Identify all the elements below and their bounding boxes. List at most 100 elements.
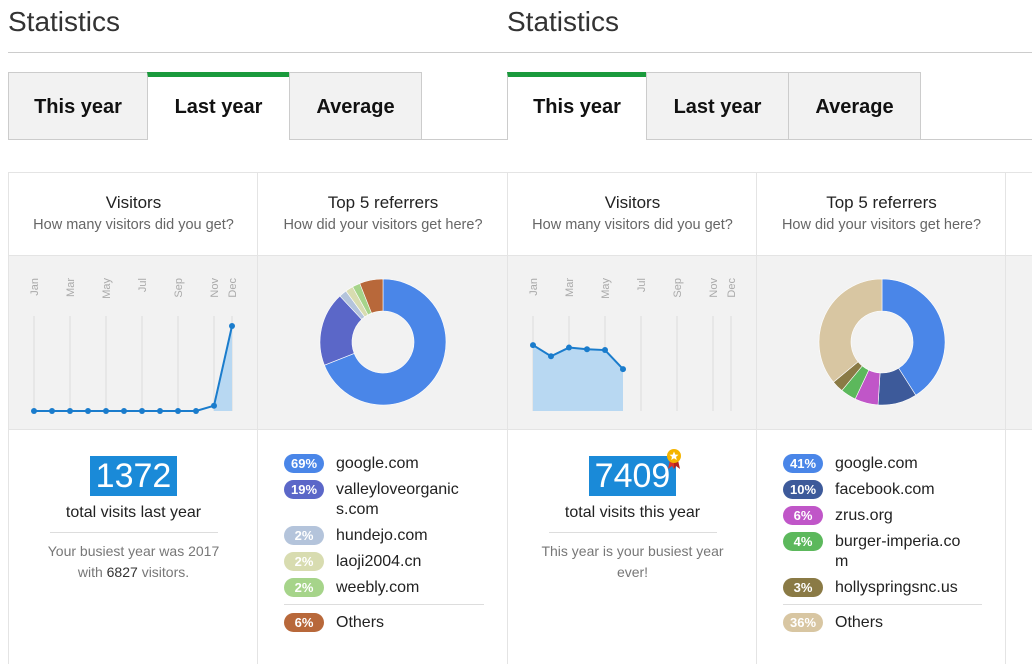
tab-this-year[interactable]: This year xyxy=(507,72,647,140)
month-tick-label: Jan xyxy=(528,278,540,296)
visitors-subheading: How many visitors did you get? xyxy=(532,217,733,233)
referrer-row: 69% google.com xyxy=(284,454,484,474)
visitors-card: Visitors How many visitors did you get? … xyxy=(507,172,757,664)
month-tick-label: May xyxy=(101,278,113,299)
month-tick-label: Sep xyxy=(173,278,185,298)
pie-slice xyxy=(818,278,883,383)
tab-this-year[interactable]: This year xyxy=(8,72,148,140)
referrer-name: google.com xyxy=(336,455,419,472)
referrer-name: Others xyxy=(336,614,385,631)
month-tick-label: Sep xyxy=(672,278,684,298)
tab-average[interactable]: Average xyxy=(289,72,422,140)
month-tick-label: Mar xyxy=(65,278,77,297)
data-point xyxy=(193,408,199,414)
referrer-name: weebly.com xyxy=(336,579,420,596)
busiest-visitors-text: visitors. xyxy=(141,564,190,580)
busiest-year-text: Your busiest year was 2017 xyxy=(47,543,220,559)
tab-last-year[interactable]: Last year xyxy=(646,72,789,140)
referrer-name: google.com xyxy=(835,455,918,472)
data-point xyxy=(548,353,554,360)
stats-panel-right: Statistics This year Last year Average V… xyxy=(507,0,1032,664)
next-card-edge xyxy=(1005,172,1032,664)
data-point xyxy=(121,408,127,414)
month-tick-label: Nov xyxy=(708,278,720,298)
referrer-row: 2% weebly.com xyxy=(284,578,484,598)
page-title: Statistics xyxy=(507,6,620,37)
referrer-row-others: 36% Others xyxy=(783,613,982,633)
referrers-heading: Top 5 referrers xyxy=(826,193,937,212)
visitors-chart-area: Jan Mar May Jul Sep Nov Dec xyxy=(9,256,258,430)
referrers-chart-area xyxy=(757,256,1006,430)
stats-panel-left: Statistics This year Last year Average V… xyxy=(8,0,508,664)
percent-badge: 3% xyxy=(783,578,823,597)
referrer-name: zrus.org xyxy=(835,507,893,524)
referrer-row: 2% laoji2004.cn xyxy=(284,552,484,572)
referrer-row-others: 6% Others xyxy=(284,613,484,633)
busiest-with-text: with xyxy=(77,564,103,580)
referrers-card: Top 5 referrers How did your visitors ge… xyxy=(756,172,1006,664)
percent-badge: 19% xyxy=(284,480,324,499)
referrer-row: 4% burger-imperia.com xyxy=(783,532,982,572)
list-divider xyxy=(783,604,982,605)
referrer-name: Others xyxy=(835,614,884,631)
data-point xyxy=(157,408,163,414)
data-point xyxy=(530,342,536,349)
data-point xyxy=(211,402,217,409)
visitors-heading: Visitors xyxy=(604,193,661,212)
total-visits-number: 1372 xyxy=(89,456,178,496)
total-visits-label: total visits last year xyxy=(65,504,202,521)
month-tick-label: Dec xyxy=(726,278,738,298)
visitors-summary: 1372 total visits last year Your busiest… xyxy=(9,430,258,664)
data-point xyxy=(566,344,572,351)
visitors-card-header: Visitors How many visitors did you get? xyxy=(508,172,757,256)
visitors-area-chart: Jan Mar May Jul Sep Nov Dec xyxy=(528,278,738,411)
visitors-card: Visitors How many visitors did you get? … xyxy=(8,172,258,664)
tabs-baseline xyxy=(289,139,508,140)
data-point xyxy=(103,408,109,414)
data-point xyxy=(229,323,235,329)
referrers-heading: Top 5 referrers xyxy=(327,193,439,212)
month-tick-label: Jul xyxy=(137,278,149,292)
referrers-subheading: How did your visitors get here? xyxy=(781,217,982,233)
visitors-summary: 7409 total visits this year This year is… xyxy=(508,430,757,664)
percent-badge: 6% xyxy=(284,613,324,632)
referrer-name: laoji2004.cn xyxy=(336,553,422,570)
total-visits-number: 7409 xyxy=(588,456,677,496)
busiest-year-note: Your busiest year was 2017 with 6827 vis… xyxy=(34,541,234,583)
busiest-year-count: 6827 xyxy=(106,564,138,580)
referrer-row: 3% hollyspringsnc.us xyxy=(783,578,982,598)
tabs-baseline xyxy=(8,139,147,140)
visitors-card-header: Visitors How many visitors did you get? xyxy=(9,172,258,256)
referrer-row: 6% zrus.org xyxy=(783,506,982,526)
page-title: Statistics xyxy=(8,6,121,37)
referrer-name: facebook.com xyxy=(835,481,935,498)
referrer-name: hundejo.com xyxy=(336,527,428,544)
referrers-card-header: Top 5 referrers How did your visitors ge… xyxy=(757,172,1006,256)
visitors-line-chart: Jan Mar May Jul Sep Nov Dec xyxy=(29,278,239,414)
data-point xyxy=(49,408,55,414)
referrer-row: 2% hundejo.com xyxy=(284,526,484,546)
data-point xyxy=(139,408,145,414)
referrer-row: 41% google.com xyxy=(783,454,982,474)
referrers-card-header: Top 5 referrers How did your visitors ge… xyxy=(258,172,508,256)
referrer-name: hollyspringsnc.us xyxy=(835,579,958,596)
referrers-subheading: How did your visitors get here? xyxy=(283,217,483,233)
percent-badge: 2% xyxy=(284,552,324,571)
percent-badge: 4% xyxy=(783,532,823,551)
title-divider xyxy=(507,52,1032,53)
month-tick-label: May xyxy=(600,278,612,299)
referrers-list: 41% google.com 10% facebook.com 6% zrus.org 4%… xyxy=(783,454,982,639)
data-point xyxy=(620,366,626,373)
month-tick-label: Mar xyxy=(564,278,576,297)
percent-badge: 6% xyxy=(783,506,823,525)
tab-last-year[interactable]: Last year xyxy=(147,72,290,140)
referrers-donut-chart xyxy=(319,278,447,406)
month-tick-label: Dec xyxy=(227,278,239,298)
summary-divider xyxy=(49,532,218,533)
referrer-row: 10% facebook.com xyxy=(783,480,982,500)
percent-badge: 69% xyxy=(284,454,324,473)
tab-average[interactable]: Average xyxy=(788,72,921,140)
total-visits-label: total visits this year xyxy=(564,504,701,521)
star-badge-icon xyxy=(667,449,682,469)
referrers-list-area: 69% google.com 19% valleyloveorganics.com 2%… xyxy=(258,430,508,664)
